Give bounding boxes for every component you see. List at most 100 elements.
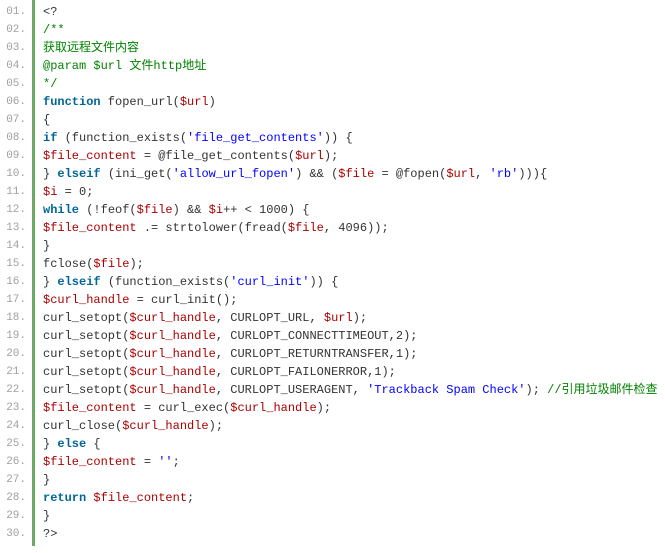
code-line: while (!feof($file) && $i++ < 1000) { <box>43 201 665 219</box>
code-line: return $file_content; <box>43 489 665 507</box>
token-var: $file_content <box>93 491 187 505</box>
code-block: 01.02.03.04.05.06.07.08.09.10.11.12.13.1… <box>0 0 665 546</box>
code-line: curl_setopt($curl_handle, CURLOPT_CONNEC… <box>43 327 665 345</box>
code-line: fclose($file); <box>43 255 665 273</box>
token-str: '' <box>158 455 172 469</box>
code-line: curl_setopt($curl_handle, CURLOPT_RETURN… <box>43 345 665 363</box>
line-number: 06. <box>0 93 32 111</box>
code-line: } <box>43 471 665 489</box>
code-line: } elseif (function_exists('curl_init')) … <box>43 273 665 291</box>
token-var: $curl_handle <box>230 401 316 415</box>
token-plain: } <box>43 437 57 451</box>
token-com: 获取远程文件内容 <box>43 41 139 55</box>
line-number: 22. <box>0 381 32 399</box>
token-var: $curl_handle <box>43 293 129 307</box>
token-var: $file_content <box>43 149 137 163</box>
line-number: 29. <box>0 507 32 525</box>
token-plain: = curl_exec( <box>137 401 231 415</box>
token-plain: curl_setopt( <box>43 383 129 397</box>
token-plain: ); <box>353 311 367 325</box>
token-kw: elseif <box>57 167 100 181</box>
token-plain: = 0; <box>57 185 93 199</box>
token-kw: elseif <box>57 275 100 289</box>
code-line: curl_setopt($curl_handle, CURLOPT_URL, $… <box>43 309 665 327</box>
line-number: 03. <box>0 39 32 57</box>
line-number: 11. <box>0 183 32 201</box>
token-kw: return <box>43 491 86 505</box>
token-plain: } <box>43 239 50 253</box>
line-number: 25. <box>0 435 32 453</box>
token-plain: (function_exists( <box>101 275 231 289</box>
code-line: $curl_handle = curl_init(); <box>43 291 665 309</box>
token-plain: } <box>43 275 57 289</box>
code-line: ?> <box>43 525 665 543</box>
line-number-gutter: 01.02.03.04.05.06.07.08.09.10.11.12.13.1… <box>0 0 35 546</box>
token-plain: } <box>43 473 50 487</box>
code-line: } elseif (ini_get('allow_url_fopen') && … <box>43 165 665 183</box>
token-plain: curl_setopt( <box>43 329 129 343</box>
token-str: 'Trackback Spam Check' <box>367 383 525 397</box>
token-plain: , 4096)); <box>324 221 389 235</box>
code-line: } <box>43 507 665 525</box>
token-com: @param $url 文件http地址 <box>43 59 206 73</box>
token-plain: (!feof( <box>79 203 137 217</box>
line-number: 07. <box>0 111 32 129</box>
token-com: */ <box>43 77 57 91</box>
token-var: $url <box>180 95 209 109</box>
line-number: 28. <box>0 489 32 507</box>
token-com: /** <box>43 23 65 37</box>
token-plain: fclose( <box>43 257 93 271</box>
line-number: 10. <box>0 165 32 183</box>
token-plain: ); <box>317 401 331 415</box>
line-number: 18. <box>0 309 32 327</box>
token-str: 'curl_init' <box>230 275 309 289</box>
line-number: 14. <box>0 237 32 255</box>
line-number: 23. <box>0 399 32 417</box>
line-number: 17. <box>0 291 32 309</box>
token-plain: , CURLOPT_FAILONERROR,1); <box>216 365 396 379</box>
code-line: } <box>43 237 665 255</box>
token-plain: ++ < 1000) { <box>223 203 309 217</box>
code-line: */ <box>43 75 665 93</box>
token-plain: , CURLOPT_CONNECTTIMEOUT,2); <box>216 329 418 343</box>
token-var: $url <box>446 167 475 181</box>
token-plain: ?> <box>43 527 57 541</box>
token-plain: )) { <box>324 131 353 145</box>
token-var: $curl_handle <box>122 419 208 433</box>
token-var: $curl_handle <box>129 347 215 361</box>
code-line: 获取远程文件内容 <box>43 39 665 57</box>
line-number: 20. <box>0 345 32 363</box>
token-var: $file <box>288 221 324 235</box>
token-var: $curl_handle <box>129 383 215 397</box>
token-var: $file_content <box>43 221 137 235</box>
token-kw: function <box>43 95 101 109</box>
line-number: 26. <box>0 453 32 471</box>
line-number: 09. <box>0 147 32 165</box>
token-plain: } <box>43 509 50 523</box>
token-plain: curl_setopt( <box>43 311 129 325</box>
token-var: $file <box>338 167 374 181</box>
line-number: 01. <box>0 3 32 21</box>
token-plain: ) && ( <box>295 167 338 181</box>
token-var: $curl_handle <box>129 329 215 343</box>
token-plain: ; <box>173 455 180 469</box>
token-com: //引用垃圾邮件检查 <box>547 383 657 397</box>
code-line: curl_close($curl_handle); <box>43 417 665 435</box>
token-str: 'rb' <box>490 167 519 181</box>
code-line: <? <box>43 3 665 21</box>
token-str: 'file_get_contents' <box>187 131 324 145</box>
line-number: 24. <box>0 417 32 435</box>
line-number: 15. <box>0 255 32 273</box>
token-plain: ))){ <box>518 167 547 181</box>
code-area: <? /** 获取远程文件内容 @param $url 文件http地址 */ funct… <box>35 0 665 546</box>
token-plain: <? <box>43 5 57 19</box>
token-plain: .= strtolower(fread( <box>137 221 288 235</box>
token-plain: ) && <box>173 203 209 217</box>
token-plain: (function_exists( <box>57 131 187 145</box>
token-plain: ); <box>526 383 548 397</box>
token-plain: ); <box>129 257 143 271</box>
token-plain: curl_close( <box>43 419 122 433</box>
code-line: curl_setopt($curl_handle, CURLOPT_USERAG… <box>43 381 665 399</box>
token-plain: ); <box>324 149 338 163</box>
token-var: $curl_handle <box>129 311 215 325</box>
